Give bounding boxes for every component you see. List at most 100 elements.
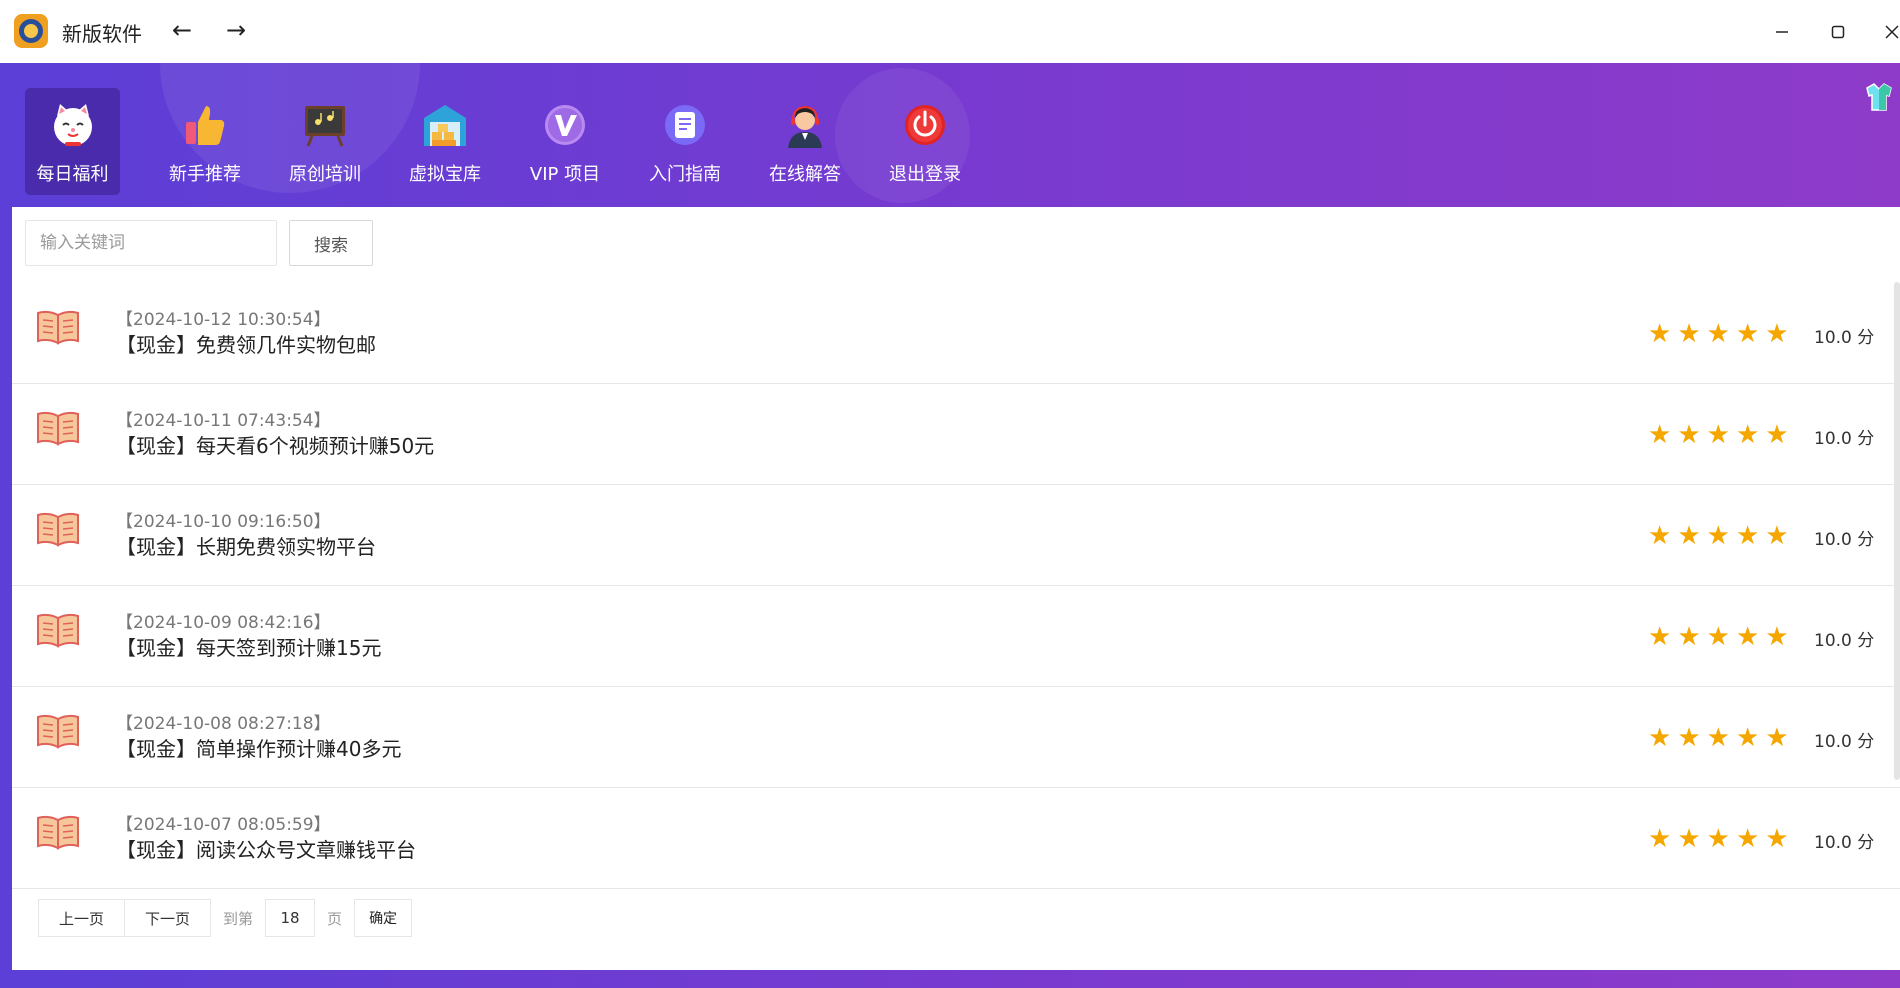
maximize-icon — [1831, 25, 1845, 39]
lucky-cat-icon — [53, 104, 92, 146]
star-icon: ★ — [1677, 420, 1701, 450]
open-book-icon — [37, 613, 79, 648]
star-icon: ★ — [1765, 824, 1789, 854]
star-icon: ★ — [1735, 824, 1760, 854]
list-item[interactable]: 【2024-10-10 09:16:50】 【现金】长期免费领实物平台 ★ ★ ★ ★ ★ 1… — [12, 485, 1900, 586]
open-book-icon — [37, 310, 79, 345]
nav-item-beginner-recommend[interactable]: 新手推荐 — [145, 88, 265, 195]
rating-stars: ★ ★ ★ ★ ★ — [1648, 321, 1789, 347]
item-score: 10.0 分 — [1814, 631, 1875, 651]
close-button[interactable] — [1874, 14, 1900, 50]
pagination: 上一页 下一页 到第 页 确定 — [38, 899, 413, 937]
star-icon: ★ — [1706, 521, 1730, 551]
content-panel: 搜索 【2024-10-12 10:30:54】【现金】免费领几件实物包邮★★★… — [12, 207, 1900, 970]
star-icon: ★ — [1706, 420, 1730, 450]
nav-item-getting-started[interactable]: 入门指南 — [625, 88, 745, 195]
page-suffix-label: 页 — [327, 909, 343, 928]
nav-item-virtual-treasury[interactable]: 虚拟宝库 — [385, 88, 505, 195]
star-icon: ★ — [1648, 420, 1672, 450]
nav-label: 新手推荐 — [169, 164, 241, 185]
item-date: 【2024-10-08 08:27:18】 — [116, 714, 331, 734]
item-title[interactable]: 【现金】长期免费领实物平台 — [116, 531, 376, 560]
star-icon: ★ — [1735, 723, 1760, 753]
star-icon: ★ — [1677, 723, 1701, 753]
star-icon: ★ — [1706, 319, 1730, 349]
star-icon: ★ — [1648, 622, 1672, 652]
item-title[interactable]: 【现金】阅读公众号文章赚钱平台 — [116, 834, 416, 863]
support-agent-icon — [788, 105, 822, 148]
nav-label: 原创培训 — [289, 164, 361, 185]
vip-icon — [545, 105, 585, 145]
skin-shirt-icon[interactable] — [1862, 80, 1896, 114]
rating-stars: ★ ★ ★ ★ ★ — [1648, 725, 1789, 751]
star-icon: ★ — [1677, 824, 1701, 854]
list-item[interactable]: 【2024-10-08 08:27:18】 【现金】简单操作预计赚40多元 ★ ★ ★ ★… — [12, 687, 1900, 788]
item-score: 10.0 分 — [1814, 732, 1875, 752]
article-list: 【2024-10-12 10:30:54】 【现金】免费领几件实物包邮 ★ ★ ★ ★ ★ 1… — [12, 283, 1900, 889]
list-item[interactable]: 【2024-10-12 10:30:54】 【现金】免费领几件实物包邮 ★ ★ ★ ★ ★ 1… — [12, 283, 1900, 384]
nav-label: 退出登录 — [889, 164, 961, 185]
list-item[interactable]: 【2024-10-09 08:42:16】 【现金】每天签到预计赚15元 ★ ★ ★ ★ ★… — [12, 586, 1900, 687]
star-icon: ★ — [1648, 824, 1672, 854]
star-icon: ★ — [1765, 319, 1789, 349]
star-icon: ★ — [1648, 723, 1672, 753]
list-item[interactable]: 【2024-10-07 08:05:59】 【现金】阅读公众号文章赚钱平台 ★ ★ ★ ★… — [12, 788, 1900, 889]
search-input[interactable] — [25, 220, 277, 266]
nav-item-logout[interactable]: 退出登录 — [865, 88, 985, 195]
goto-label: 到第 — [223, 909, 254, 928]
confirm-page-button[interactable]: 确定 — [354, 899, 413, 937]
back-arrow-icon[interactable]: ← — [168, 16, 196, 44]
nav-label: VIP 项目 — [529, 164, 601, 185]
open-book-icon — [37, 714, 79, 749]
item-title[interactable]: 【现金】每天看6个视频预计赚50元 — [116, 430, 434, 459]
star-icon: ★ — [1735, 521, 1760, 551]
open-book-icon — [37, 411, 79, 446]
chalkboard-icon — [305, 106, 345, 147]
nav-item-original-training[interactable]: 原创培训 — [265, 88, 385, 195]
nav-item-online-answers[interactable]: 在线解答 — [745, 88, 865, 195]
item-title[interactable]: 【现金】免费领几件实物包邮 — [116, 329, 376, 358]
prev-page-button[interactable]: 上一页 — [38, 899, 126, 937]
close-icon — [1885, 25, 1899, 39]
open-book-icon — [37, 512, 79, 547]
minimize-button[interactable] — [1764, 14, 1800, 50]
star-icon: ★ — [1765, 420, 1789, 450]
nav-label: 每日福利 — [36, 164, 109, 185]
item-score: 10.0 分 — [1814, 429, 1875, 449]
open-book-icon — [37, 815, 79, 850]
item-date: 【2024-10-10 09:16:50】 — [116, 512, 331, 532]
item-date: 【2024-10-12 10:30:54】 — [116, 310, 331, 330]
power-icon — [905, 105, 945, 145]
nav-label: 在线解答 — [769, 164, 841, 185]
scrollbar[interactable] — [1894, 282, 1900, 780]
warehouse-icon — [424, 105, 466, 146]
minimize-icon — [1776, 31, 1788, 33]
star-icon: ★ — [1765, 723, 1789, 753]
item-title[interactable]: 【现金】每天签到预计赚15元 — [116, 632, 381, 661]
search-button[interactable]: 搜索 — [289, 220, 373, 266]
nav-item-daily-welfare[interactable]: 每日福利 — [25, 88, 120, 195]
star-icon: ★ — [1677, 319, 1701, 349]
item-date: 【2024-10-09 08:42:16】 — [116, 613, 331, 633]
item-date: 【2024-10-11 07:43:54】 — [116, 411, 331, 431]
rating-stars: ★ ★ ★ ★ ★ — [1648, 624, 1789, 650]
item-score: 10.0 分 — [1814, 833, 1875, 853]
title-bar: 新版软件 ← → — [0, 0, 1900, 63]
maximize-button[interactable] — [1820, 14, 1856, 50]
app-title: 新版软件 — [62, 22, 142, 46]
star-icon: ★ — [1735, 319, 1760, 349]
star-icon: ★ — [1765, 521, 1789, 551]
list-item[interactable]: 【2024-10-11 07:43:54】 【现金】每天看6个视频预计赚50元 ★ ★… — [12, 384, 1900, 485]
next-page-button[interactable]: 下一页 — [125, 899, 212, 937]
nav-label: 入门指南 — [649, 164, 721, 185]
item-title[interactable]: 【现金】简单操作预计赚40多元 — [116, 733, 401, 762]
star-icon: ★ — [1706, 622, 1730, 652]
search-bar: 搜索 — [25, 220, 373, 266]
page-number-input[interactable] — [265, 899, 316, 937]
nav-item-vip-project[interactable]: VIP 项目 — [505, 88, 625, 195]
item-score: 10.0 分 — [1814, 530, 1875, 550]
forward-arrow-icon[interactable]: → — [222, 16, 250, 44]
star-icon: ★ — [1648, 319, 1672, 349]
main-nav: 每日福利 新手推荐 原创培训 虚拟宝库 VIP 项目 入门指南 在线解答 退出登… — [25, 88, 985, 195]
star-icon: ★ — [1677, 521, 1701, 551]
